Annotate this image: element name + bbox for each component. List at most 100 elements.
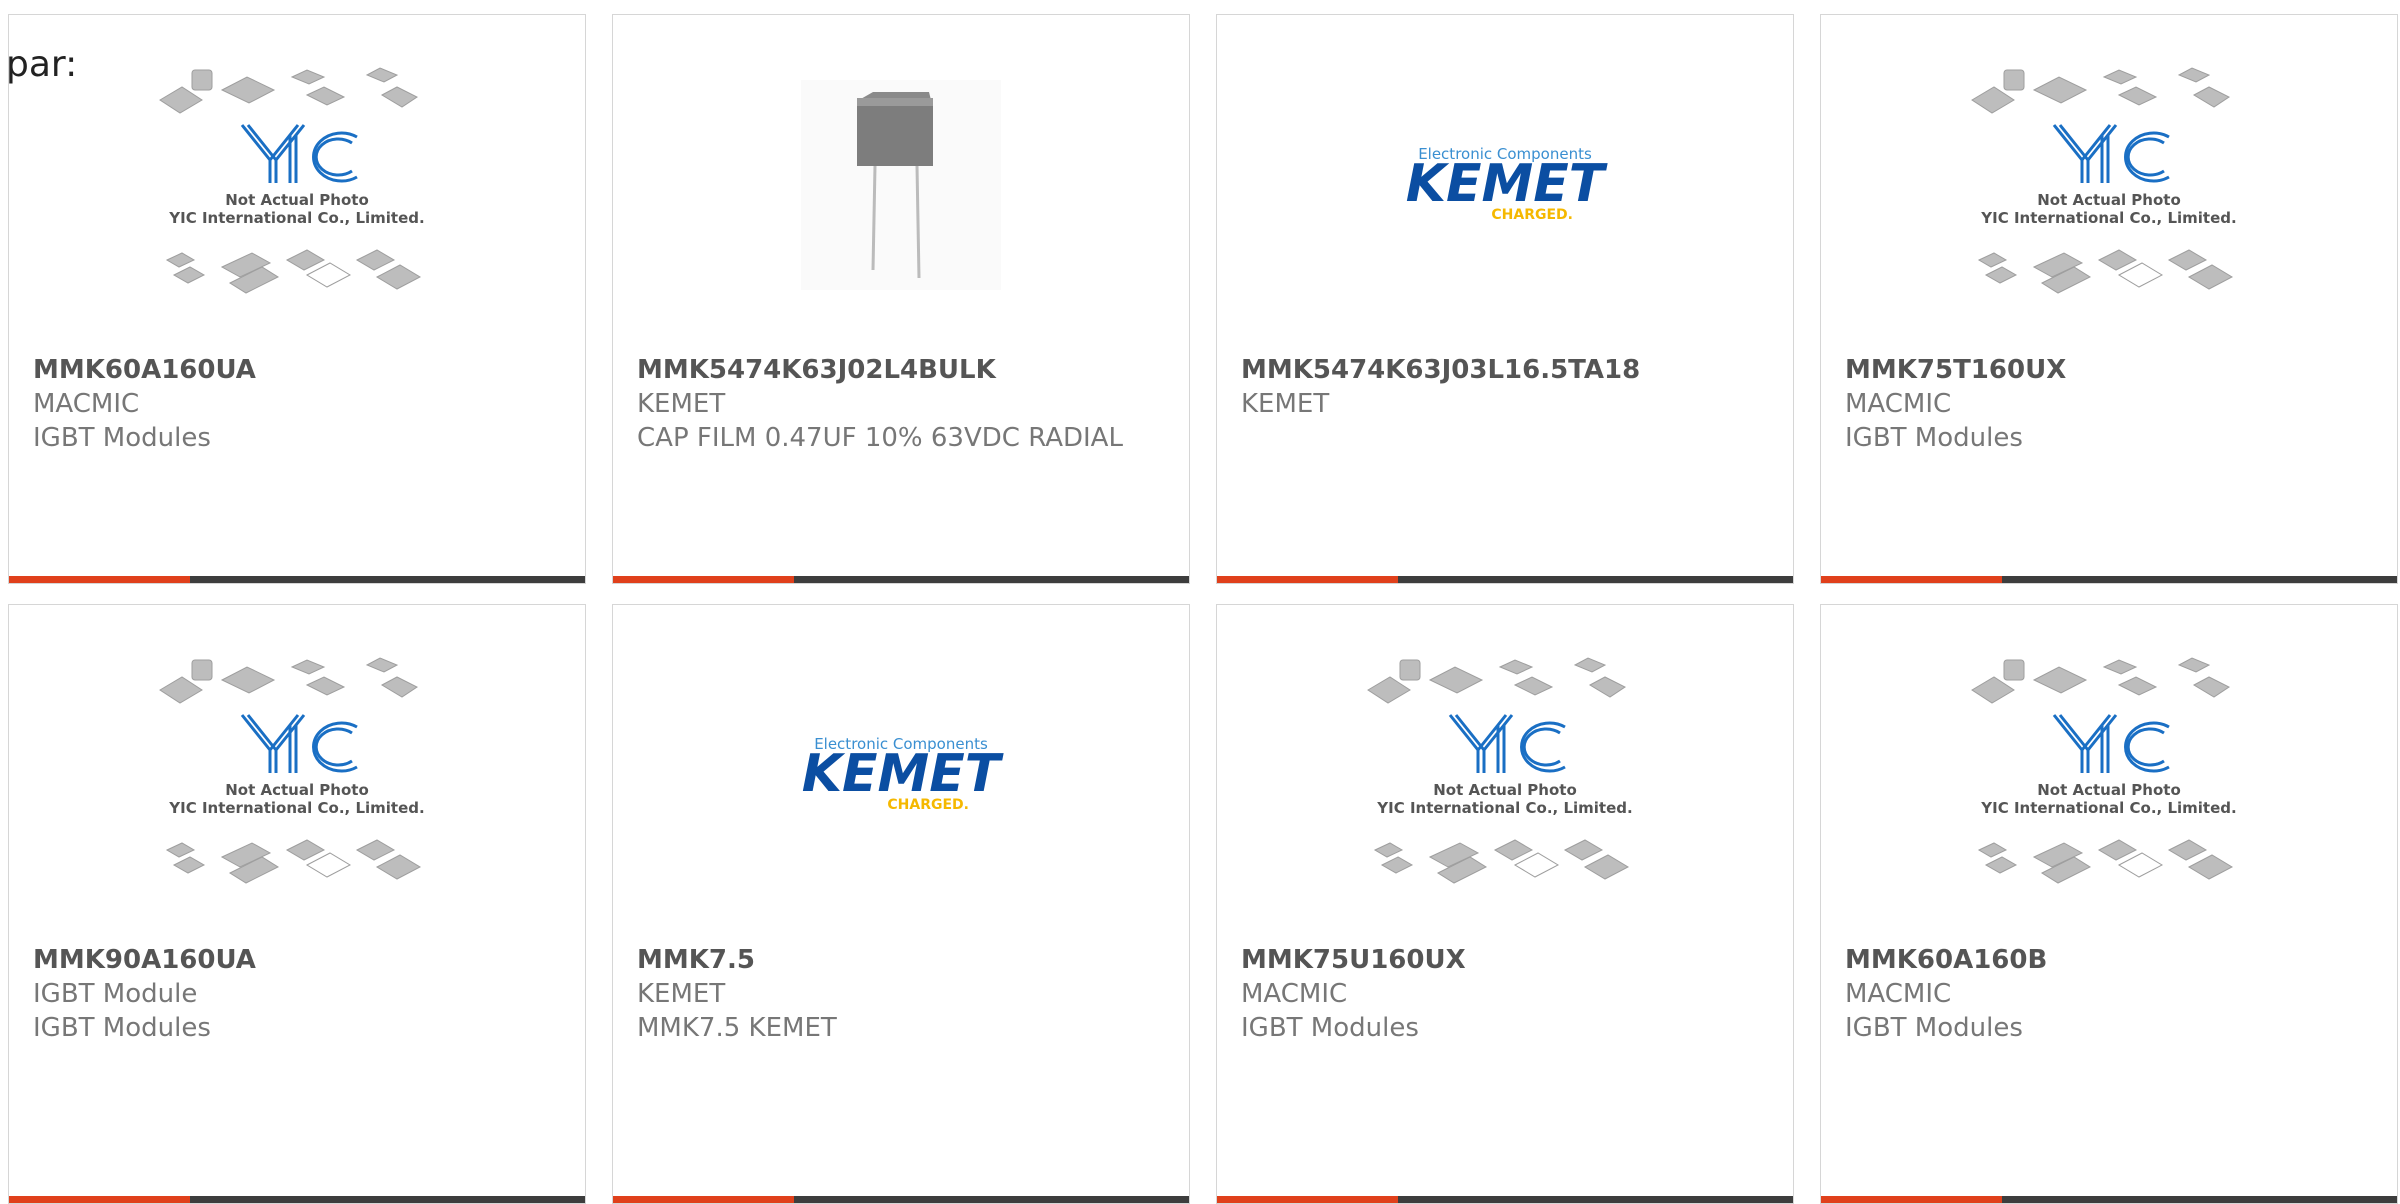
manufacturer: IGBT Module	[33, 979, 198, 1009]
chip-icons-bottom	[165, 839, 422, 884]
product-card[interactable]: MMK5474K63J02L4BULK KEMET CAP FILM 0.47UF …	[612, 14, 1190, 584]
yic-placeholder-image: Not Actual Photo YIC International Co., …	[159, 657, 425, 884]
description: IGBT Modules	[1845, 1013, 2023, 1043]
chip-icons-top	[1971, 67, 2230, 114]
yic-placeholder-image: Not Actual Photo YIC International Co., …	[159, 67, 425, 294]
product-image[interactable]: Electronic Components KEMET CHARGED.	[1217, 15, 1793, 355]
chip-icons-bottom	[1977, 839, 2234, 884]
description: MMK7.5 KEMET	[637, 1013, 837, 1043]
chip-icons-top	[1367, 657, 1626, 704]
yic-caption-line1: Not Actual Photo	[225, 191, 369, 209]
chip-icons-bottom	[1977, 249, 2234, 294]
card-bottom-bar	[613, 1196, 1189, 1203]
yic-logo	[2052, 714, 2170, 773]
chip-icons-top	[159, 67, 418, 114]
manufacturer: MACMIC	[1241, 979, 1348, 1009]
chip-icons-top	[1971, 657, 2230, 704]
description: IGBT Modules	[33, 423, 211, 453]
kemet-brand: KEMET	[802, 744, 1004, 804]
kemet-logo-image: Electronic Components KEMET CHARGED.	[1406, 145, 1608, 223]
card-bottom-bar	[1217, 1196, 1793, 1203]
card-accent-bar	[9, 576, 190, 583]
product-image[interactable]	[613, 15, 1189, 355]
kemet-slogan: CHARGED.	[1491, 207, 1573, 223]
product-card[interactable]: Electronic Components KEMET CHARGED. MMK…	[1216, 14, 1794, 584]
product-image[interactable]: Electronic Components KEMET CHARGED.	[613, 605, 1189, 945]
part-number[interactable]: MMK75T160UX	[1845, 353, 2377, 387]
card-bottom-bar	[9, 1196, 585, 1203]
product-image[interactable]: Not Actual Photo YIC International Co., …	[1217, 605, 1793, 945]
card-accent-bar	[613, 1196, 794, 1203]
manufacturer: KEMET	[637, 979, 726, 1009]
product-info: MMK5474K63J03L16.5TA18 KEMET	[1241, 353, 1773, 421]
card-bottom-bar	[1821, 1196, 2397, 1203]
yic-caption-line2: YIC International Co., Limited.	[168, 799, 424, 817]
product-card[interactable]: Not Actual Photo YIC International Co., …	[1820, 604, 2398, 1204]
card-bottom-bar	[613, 576, 1189, 583]
part-number[interactable]: MMK60A160UA	[33, 353, 565, 387]
product-info: MMK60A160UA MACMIC IGBT Modules	[33, 353, 565, 455]
product-card[interactable]: Not Actual Photo YIC International Co., …	[8, 604, 586, 1204]
yic-caption-line2: YIC International Co., Limited.	[168, 209, 424, 227]
description: IGBT Modules	[1845, 423, 2023, 453]
card-accent-bar	[1821, 576, 2002, 583]
chip-icons-top	[159, 657, 418, 704]
part-number[interactable]: MMK60A160B	[1845, 943, 2377, 977]
card-accent-bar	[613, 576, 794, 583]
yic-logo	[1448, 714, 1566, 773]
description: CAP FILM 0.47UF 10% 63VDC RADIAL	[637, 423, 1123, 453]
yic-placeholder-image: Not Actual Photo YIC International Co., …	[1367, 657, 1633, 884]
part-number[interactable]: MMK5474K63J03L16.5TA18	[1241, 353, 1773, 387]
product-info: MMK5474K63J02L4BULK KEMET CAP FILM 0.47UF …	[637, 353, 1169, 455]
part-number[interactable]: MMK90A160UA	[33, 943, 565, 977]
part-number[interactable]: MMK5474K63J02L4BULK	[637, 353, 1169, 387]
product-info: MMK75U160UX MACMIC IGBT Modules	[1241, 943, 1773, 1045]
yic-caption-line1: Not Actual Photo	[1433, 781, 1577, 799]
manufacturer: MACMIC	[33, 389, 140, 419]
kemet-logo-image: Electronic Components KEMET CHARGED.	[802, 735, 1004, 813]
card-accent-bar	[1821, 1196, 2002, 1203]
yic-caption-line1: Not Actual Photo	[2037, 781, 2181, 799]
chip-icons-bottom	[1373, 839, 1630, 884]
yic-caption-line2: YIC International Co., Limited.	[1980, 799, 2236, 817]
card-accent-bar	[9, 1196, 190, 1203]
product-card[interactable]: Electronic Components KEMET CHARGED. MMK…	[612, 604, 1190, 1204]
card-accent-bar	[1217, 576, 1398, 583]
product-image[interactable]: Not Actual Photo YIC International Co., …	[9, 605, 585, 945]
product-info: MMK60A160B MACMIC IGBT Modules	[1845, 943, 2377, 1045]
yic-placeholder-image: Not Actual Photo YIC International Co., …	[1971, 67, 2237, 294]
yic-caption-line2: YIC International Co., Limited.	[1980, 209, 2236, 227]
manufacturer: KEMET	[1241, 389, 1330, 419]
kemet-brand: KEMET	[1406, 154, 1608, 214]
chip-icons-bottom	[165, 249, 422, 294]
film-capacitor-photo	[801, 80, 1001, 290]
yic-caption-line2: YIC International Co., Limited.	[1376, 799, 1632, 817]
part-number[interactable]: MMK7.5	[637, 943, 1169, 977]
product-card[interactable]: Not Actual Photo YIC International Co., …	[1820, 14, 2398, 584]
card-bottom-bar	[9, 576, 585, 583]
product-card[interactable]: Not Actual Photo YIC International Co., …	[1216, 604, 1794, 1204]
kemet-slogan: CHARGED.	[887, 797, 969, 813]
part-number[interactable]: MMK75U160UX	[1241, 943, 1773, 977]
card-accent-bar	[1217, 1196, 1398, 1203]
product-image[interactable]: Not Actual Photo YIC International Co., …	[9, 15, 585, 355]
product-info: MMK7.5 KEMET MMK7.5 KEMET	[637, 943, 1169, 1045]
yic-logo	[240, 124, 358, 183]
yic-logo	[240, 714, 358, 773]
yic-placeholder-image: Not Actual Photo YIC International Co., …	[1971, 657, 2237, 884]
page-label: par:	[6, 44, 78, 85]
product-image[interactable]: Not Actual Photo YIC International Co., …	[1821, 605, 2397, 945]
product-info: MMK75T160UX MACMIC IGBT Modules	[1845, 353, 2377, 455]
description: IGBT Modules	[1241, 1013, 1419, 1043]
product-card[interactable]: Not Actual Photo YIC International Co., …	[8, 14, 586, 584]
yic-caption-line1: Not Actual Photo	[2037, 191, 2181, 209]
manufacturer: MACMIC	[1845, 389, 1952, 419]
description: IGBT Modules	[33, 1013, 211, 1043]
manufacturer: KEMET	[637, 389, 726, 419]
card-bottom-bar	[1217, 576, 1793, 583]
yic-logo	[2052, 124, 2170, 183]
yic-caption-line1: Not Actual Photo	[225, 781, 369, 799]
product-image[interactable]: Not Actual Photo YIC International Co., …	[1821, 15, 2397, 355]
manufacturer: MACMIC	[1845, 979, 1952, 1009]
product-info: MMK90A160UA IGBT Module IGBT Modules	[33, 943, 565, 1045]
